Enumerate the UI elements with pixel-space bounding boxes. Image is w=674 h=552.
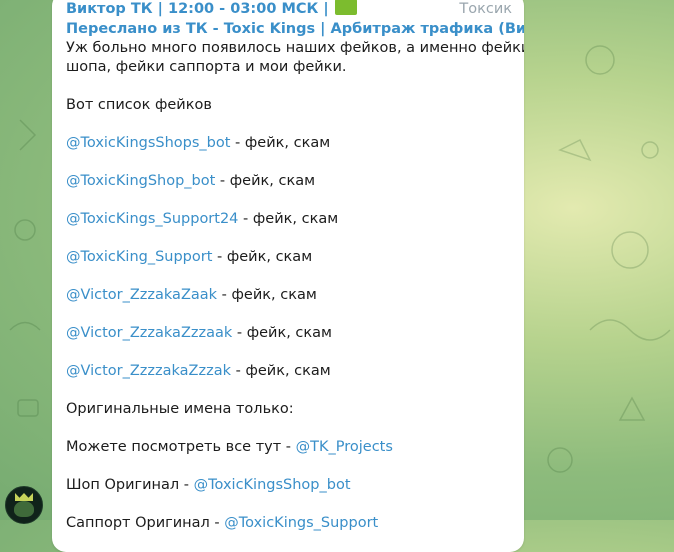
shop-text: Шоп Оригинал -	[66, 477, 194, 493]
list-title: Вот список фейков	[66, 97, 212, 113]
view-all-line: Можете посмотреть все тут - @TK_Projects	[66, 438, 512, 457]
fake-note: - фейк, скам	[232, 325, 332, 341]
view-all-text: Можете посмотреть все тут -	[66, 439, 296, 455]
fake-item: @Victor_ZzzakaZzzaak - фейк, скам	[66, 324, 512, 343]
originals-title: Оригинальные имена только:	[66, 401, 294, 417]
shop-link[interactable]: @ToxicKingsShop_bot	[194, 477, 351, 493]
fake-handle-link[interactable]: @ToxicKings_Support24	[66, 211, 238, 227]
fake-item: @ToxicKings_Support24 - фейк, скам	[66, 210, 512, 229]
message-bubble[interactable]: Виктор ТК | 12:00 - 03:00 МСК | Токсик П…	[52, 0, 524, 552]
shop-line: Шоп Оригинал - @ToxicKingsShop_bot	[66, 476, 512, 495]
fake-handle-link[interactable]: @Victor_ZzzakaZzzaak	[66, 325, 232, 341]
intro-text: шопа, фейки саппорта и мои фейки.	[66, 59, 347, 75]
admin-badge: Токсик	[459, 1, 512, 17]
fake-note: - фейк, скам	[231, 363, 331, 379]
fake-item: @Victor_ZzzzakaZzzak - фейк, скам	[66, 362, 512, 381]
fake-note: - фейк, скам	[215, 173, 316, 189]
forwarded-from[interactable]: Переслано из ТК - Toxic Kings | Арбитраж…	[66, 19, 524, 39]
sticker-icon	[334, 0, 357, 15]
fake-note: - фейк, скам	[238, 211, 339, 227]
crown-icon	[15, 493, 33, 501]
support-line: Саппорт Оригинал - @ToxicKings_Support	[66, 514, 512, 533]
message-header: Виктор ТК | 12:00 - 03:00 МСК | Токсик	[66, 0, 512, 19]
fake-handle-link[interactable]: @Victor_ZzzakaZaak	[66, 287, 217, 303]
message-content: Виктор ТК | 12:00 - 03:00 МСК | Токсик П…	[66, 0, 524, 533]
sender-name[interactable]: Виктор ТК | 12:00 - 03:00 МСК |	[66, 0, 329, 19]
fake-item: @Victor_ZzzakaZaak - фейк, скам	[66, 286, 512, 305]
fake-handle-link[interactable]: @Victor_ZzzzakaZzzak	[66, 363, 231, 379]
sender-avatar[interactable]	[5, 486, 43, 524]
fake-item: @ToxicKingsShops_bot - фейк, скам	[66, 134, 512, 153]
fake-note: - фейк, скам	[230, 135, 331, 151]
support-link[interactable]: @ToxicKings_Support	[224, 515, 378, 531]
avatar-figure	[14, 501, 34, 517]
fake-note: - фейк, скам	[217, 287, 317, 303]
fake-handle-link[interactable]: @ToxicKingsShops_bot	[66, 135, 230, 151]
fake-note: - фейк, скам	[212, 249, 313, 265]
fake-item: @ToxicKing_Support - фейк, скам	[66, 248, 512, 267]
fake-handle-link[interactable]: @ToxicKing_Support	[66, 249, 212, 265]
intro-text: Уж больно много появилось наших фейков, …	[66, 40, 524, 56]
fake-handle-link[interactable]: @ToxicKingShop_bot	[66, 173, 215, 189]
projects-link[interactable]: @TK_Projects	[296, 439, 393, 455]
fake-item: @ToxicKingShop_bot - фейк, скам	[66, 172, 512, 191]
support-text: Саппорт Оригинал -	[66, 515, 225, 531]
